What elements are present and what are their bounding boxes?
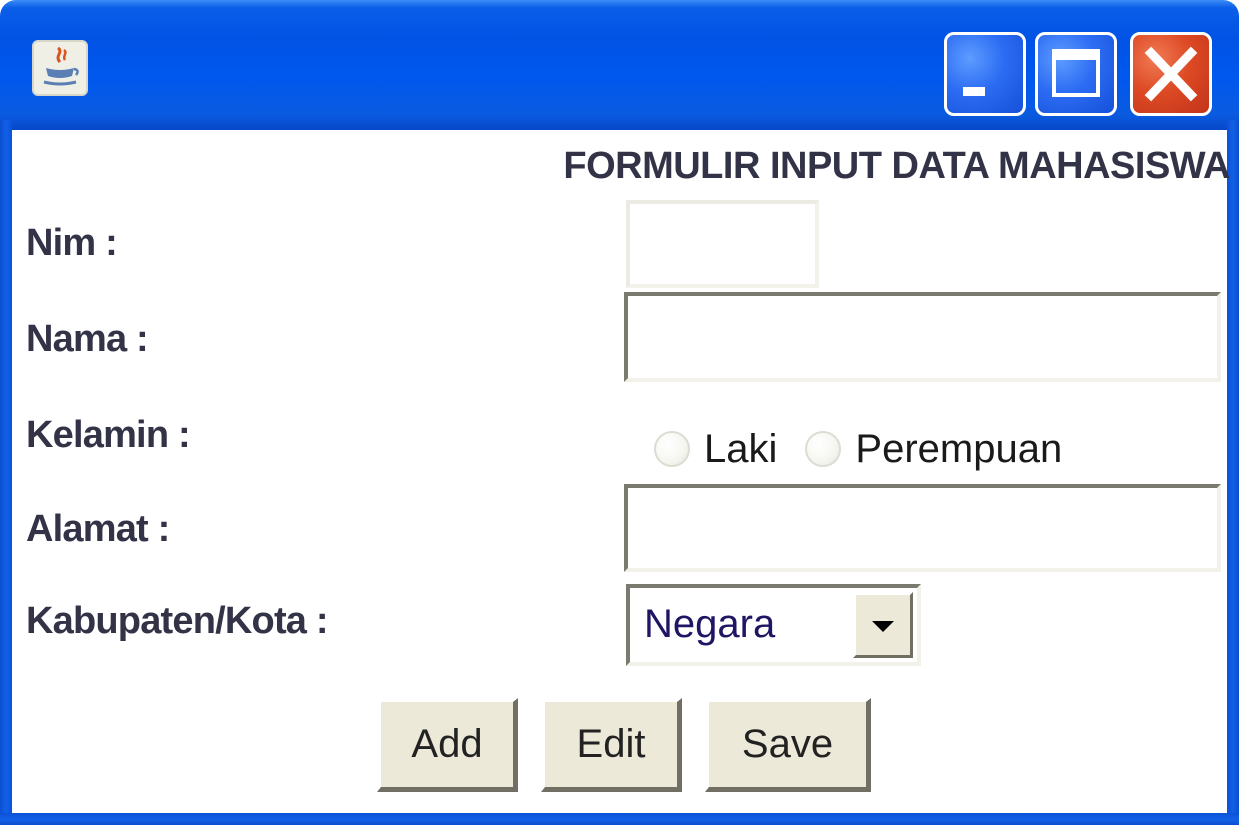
minimize-button[interactable] bbox=[944, 32, 1026, 116]
gender-radio-group: Laki Perempuan bbox=[654, 425, 1090, 472]
radio-laki[interactable] bbox=[654, 431, 690, 468]
kabupaten-label: Kabupaten/Kota : bbox=[26, 600, 329, 642]
kabupaten-selected-value: Negara bbox=[644, 602, 776, 646]
maximize-button[interactable] bbox=[1035, 32, 1117, 116]
nim-field[interactable] bbox=[626, 200, 819, 288]
java-cup-icon[interactable] bbox=[32, 40, 88, 96]
radio-perempuan[interactable] bbox=[805, 431, 842, 468]
radio-laki-label[interactable]: Laki bbox=[704, 427, 777, 472]
close-icon bbox=[1144, 46, 1198, 102]
maximize-icon bbox=[1052, 49, 1100, 97]
title-bar[interactable] bbox=[0, 0, 1239, 130]
radio-perempuan-label[interactable]: Perempuan bbox=[855, 427, 1062, 472]
nama-field[interactable] bbox=[624, 292, 1221, 382]
alamat-label: Alamat : bbox=[26, 508, 170, 550]
nim-label: Nim : bbox=[26, 222, 118, 264]
window-frame-right bbox=[1227, 120, 1239, 825]
window-frame-bottom bbox=[0, 813, 1239, 825]
kabupaten-combobox[interactable]: Negara bbox=[626, 584, 921, 666]
combo-dropdown-button[interactable] bbox=[853, 592, 913, 658]
minimize-icon bbox=[963, 87, 985, 96]
close-button[interactable] bbox=[1130, 32, 1212, 116]
form-title: FORMULIR INPUT DATA MAHASISWA bbox=[563, 145, 1230, 187]
alamat-field[interactable] bbox=[624, 484, 1221, 572]
app-window: FORMULIR INPUT DATA MAHASISWA Nim : Nama… bbox=[0, 0, 1239, 825]
add-button[interactable]: Add bbox=[377, 698, 518, 792]
edit-button[interactable]: Edit bbox=[541, 698, 682, 792]
save-button[interactable]: Save bbox=[705, 698, 871, 792]
nama-label: Nama : bbox=[26, 318, 149, 360]
window-frame-left bbox=[0, 120, 12, 825]
chevron-down-icon bbox=[872, 621, 894, 632]
kelamin-label: Kelamin : bbox=[26, 414, 191, 456]
